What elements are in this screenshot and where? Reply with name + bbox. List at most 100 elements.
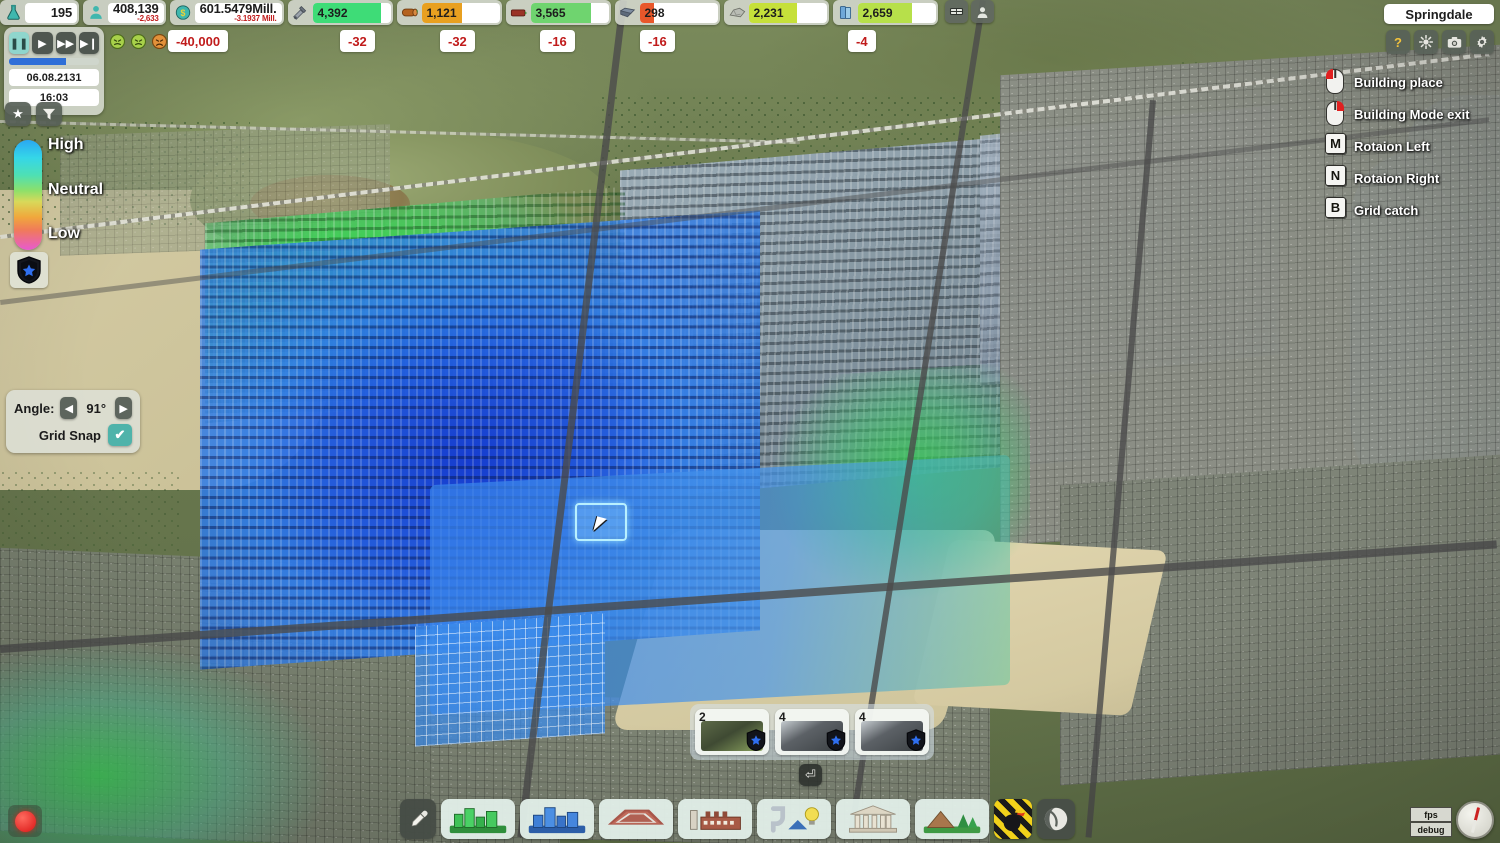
toolbar-industry[interactable] xyxy=(678,799,752,839)
key-hint-label: Rotaion Left xyxy=(1354,139,1430,154)
neutral-face-icon[interactable] xyxy=(107,31,128,52)
toolbar-outside[interactable] xyxy=(1037,799,1075,839)
key-hints-panel: Building placeBuilding Mode exitMRotaion… xyxy=(1324,66,1494,226)
resource-research-value: 195 xyxy=(51,7,72,19)
debug-button[interactable]: debug xyxy=(1410,822,1452,837)
person-icon xyxy=(84,2,108,23)
infoview-legend: High Neutral Low xyxy=(14,140,134,250)
toolbar-services[interactable] xyxy=(836,799,910,839)
resource-bricks[interactable]: 3,565 xyxy=(506,0,611,25)
toolbar-disasters[interactable] xyxy=(994,799,1032,839)
skip-icon[interactable]: ▶❙ xyxy=(79,32,99,54)
resource-bar: 195 408,139-2,633 $601.5479Mill.-3.1937 Mi… xyxy=(0,0,994,27)
resource-wood[interactable]: 1,121 xyxy=(397,0,502,25)
mouse-right-icon xyxy=(1324,101,1346,127)
svg-text:$: $ xyxy=(180,8,185,18)
compass-icon[interactable] xyxy=(1456,801,1494,839)
resource-research[interactable]: 195 xyxy=(0,0,79,25)
key-hint-grid-catch: B Grid catch xyxy=(1324,194,1494,226)
gear-icon[interactable] xyxy=(1470,30,1494,54)
record-dot-icon[interactable] xyxy=(8,805,42,837)
mouse-left-icon xyxy=(1324,69,1346,95)
keycap-b: B xyxy=(1325,197,1346,218)
unhappy-face-icon[interactable] xyxy=(149,31,170,52)
grid-snap-checkbox[interactable]: ✔ xyxy=(108,424,132,446)
tools-icon xyxy=(289,2,313,23)
day-progress-bar xyxy=(9,58,99,65)
happiness-indicators xyxy=(107,30,170,52)
asset-card-count: 4 xyxy=(859,710,866,724)
debug-buttons: fps debug xyxy=(1410,807,1452,837)
bed-icon[interactable] xyxy=(945,0,968,23)
steel-delta: -16 xyxy=(540,30,575,52)
money-icon: $ xyxy=(171,2,195,23)
citizen-icon[interactable] xyxy=(971,0,994,23)
toolbar-commercial[interactable] xyxy=(520,799,594,839)
keycap-n: N xyxy=(1325,165,1346,186)
asset-card-count: 2 xyxy=(699,710,706,724)
camera-icon[interactable] xyxy=(1442,30,1466,54)
play-icon[interactable]: ▶ xyxy=(32,32,52,54)
resource-glass[interactable]: 2,659 xyxy=(833,0,938,25)
bomb-hazard-icon xyxy=(998,805,1028,833)
resource-research-box: 195 xyxy=(25,3,77,23)
star-icon[interactable]: ★ xyxy=(5,102,31,126)
question-mark-icon[interactable]: ? xyxy=(1386,30,1410,54)
resource-population-box: 408,139-2,633 xyxy=(108,3,164,23)
resource-population[interactable]: 408,139-2,633 xyxy=(83,0,166,25)
resource-steel-bar: 298 xyxy=(640,3,718,23)
key-hint-label: Grid catch xyxy=(1354,203,1418,218)
asset-card[interactable]: 4 xyxy=(855,709,929,755)
angle-label: Angle: xyxy=(14,401,54,416)
road-icon xyxy=(605,804,667,834)
resource-money[interactable]: $601.5479Mill.-3.1937 Mill. xyxy=(170,0,284,25)
keycap-icon: B xyxy=(1324,197,1346,223)
resource-concrete[interactable]: 2,231 xyxy=(724,0,829,25)
concrete-delta: -16 xyxy=(640,30,675,52)
gear-sun-icon[interactable] xyxy=(1414,30,1438,54)
toolbar-roads[interactable] xyxy=(599,799,673,839)
chevron-left-icon[interactable]: ◀ xyxy=(60,397,77,419)
resource-bricks-bar: 3,565 xyxy=(531,3,609,23)
commercial-zone-icon xyxy=(526,803,588,835)
fps-button[interactable]: fps xyxy=(1410,807,1452,822)
funnel-icon[interactable] xyxy=(36,102,62,126)
resource-money-value: 601.5479Mill. xyxy=(200,3,277,15)
resource-steel[interactable]: 298 xyxy=(615,0,720,25)
toolbar-utilities[interactable] xyxy=(757,799,831,839)
asset-selection-tray: 2 44 xyxy=(690,704,934,760)
asset-card[interactable]: 2 xyxy=(695,709,769,755)
chevron-right-icon[interactable]: ▶ xyxy=(115,397,132,419)
glass-icon xyxy=(834,2,858,23)
terrain-trees-icon xyxy=(921,803,983,835)
residential-zone-icon xyxy=(447,803,509,835)
metal-icon xyxy=(616,2,640,23)
toolbar-picker[interactable] xyxy=(400,799,436,839)
key-hint-rotate-right: N Rotaion Right xyxy=(1324,162,1494,194)
coverage-overlay-grid xyxy=(415,613,605,746)
toolbar-landscaping[interactable] xyxy=(915,799,989,839)
keycap-m: M xyxy=(1325,133,1346,154)
fast-forward-icon[interactable]: ▶▶ xyxy=(56,32,76,54)
resource-population-value: 408,139 xyxy=(113,3,159,15)
key-hint-rotate-left: M Rotaion Left xyxy=(1324,130,1494,162)
log-icon xyxy=(398,2,422,23)
asset-card[interactable]: 4 xyxy=(775,709,849,755)
key-hint-building-place: Building place xyxy=(1324,66,1494,98)
legend-gradient-bar xyxy=(14,140,42,250)
enter-key-icon[interactable]: ⏎ xyxy=(799,764,822,786)
top-right-buttons: ? xyxy=(1386,30,1494,54)
resource-workers[interactable]: 4,392 xyxy=(288,0,393,25)
toolbar-residential[interactable] xyxy=(441,799,515,839)
eyedropper-icon xyxy=(408,809,429,830)
resource-workers-bar: 4,392 xyxy=(313,3,391,23)
resource-concrete-bar: 2,231 xyxy=(749,3,827,23)
key-hint-label: Rotaion Right xyxy=(1354,171,1439,186)
police-badge-icon[interactable] xyxy=(10,252,48,288)
police-badge-icon xyxy=(746,729,766,751)
tool-options-panel: Angle: ◀ 91° ▶ Grid Snap ✔ xyxy=(6,390,140,453)
pause-icon[interactable]: ❚❚ xyxy=(9,32,29,54)
police-badge-icon xyxy=(826,729,846,751)
city-name-label[interactable]: Springdale xyxy=(1384,4,1494,24)
neutral-face-icon[interactable] xyxy=(128,31,149,52)
